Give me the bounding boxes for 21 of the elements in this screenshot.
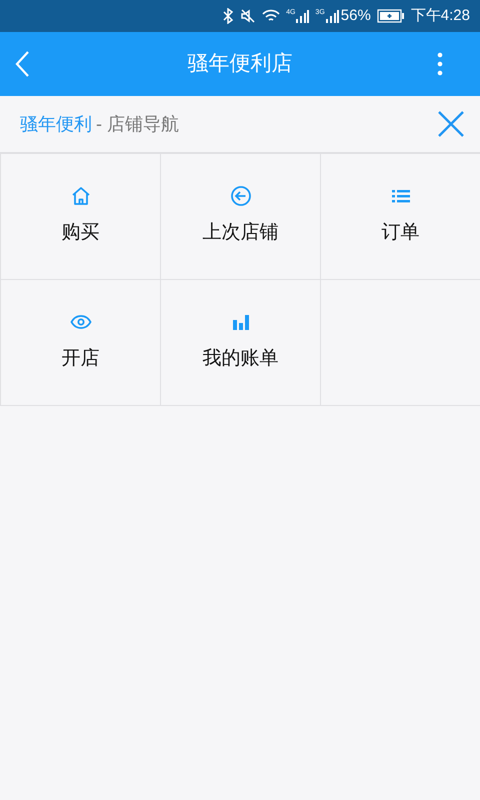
menu-tile[interactable]: 我的账单 (160, 279, 320, 405)
menu-tile[interactable]: 上次店铺 (160, 153, 320, 279)
page-title: 骚年便利店 (188, 51, 292, 78)
clock-time: 下午4:28 (410, 6, 470, 26)
menu-tile[interactable]: 购买 (0, 153, 160, 279)
menu-tile[interactable]: 开店 (0, 279, 160, 405)
store-name: 骚年便利 (20, 112, 92, 136)
arrow-circle-icon (230, 185, 252, 208)
more-icon (437, 52, 443, 76)
mute-icon (240, 8, 256, 24)
menu-tile[interactable]: 订单 (320, 153, 480, 279)
home-icon (70, 185, 92, 208)
battery-percent: 56% (340, 6, 371, 26)
back-icon (14, 50, 30, 78)
signal-icon (324, 9, 339, 23)
close-icon (437, 110, 465, 138)
close-button[interactable] (436, 109, 466, 139)
header-subtitle: - 店铺导航 (96, 112, 179, 136)
battery-icon (376, 9, 405, 23)
bluetooth-icon (222, 8, 234, 24)
signal-icon (295, 9, 310, 23)
